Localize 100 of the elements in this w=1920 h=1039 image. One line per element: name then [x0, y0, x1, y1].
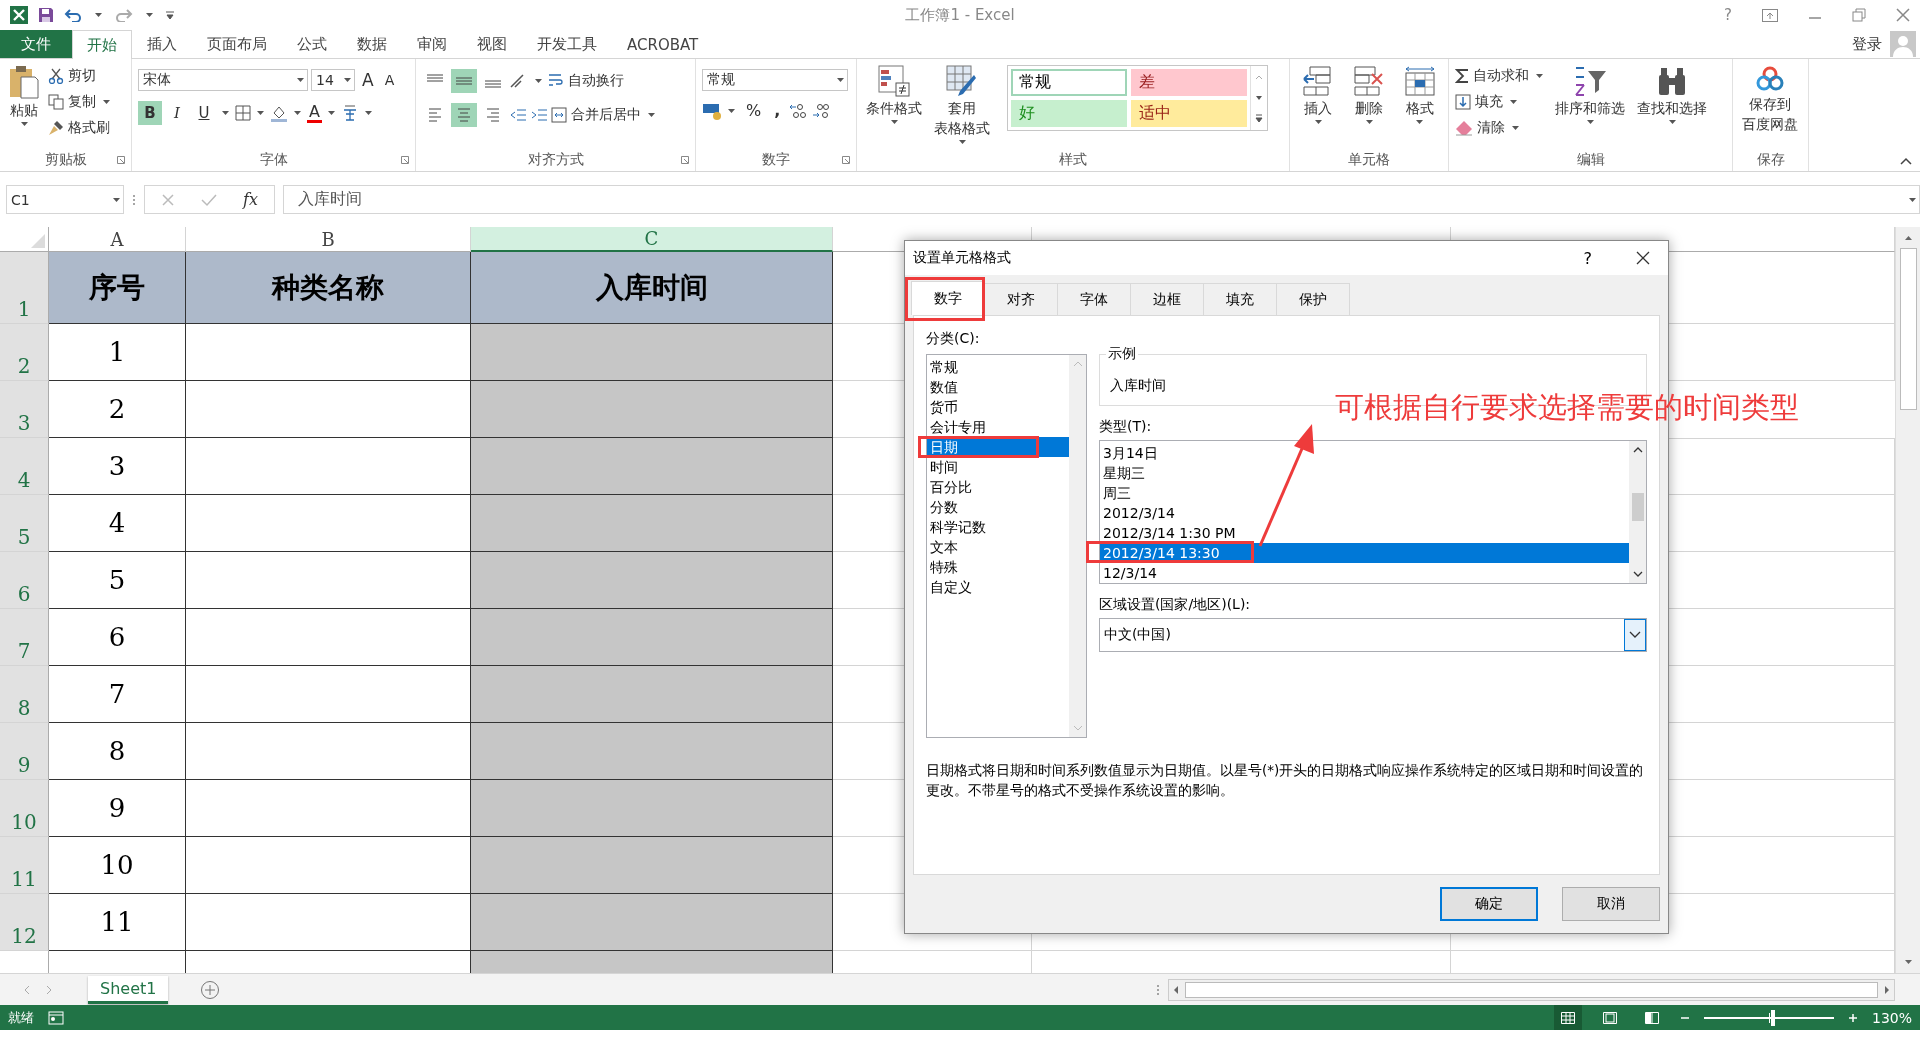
fill-color-icon[interactable]: [270, 104, 288, 122]
cell-style-swatch[interactable]: 差: [1131, 69, 1247, 96]
comma-button[interactable]: ,: [769, 101, 786, 120]
ribbon-tab[interactable]: 插入: [132, 30, 192, 58]
font-color-button[interactable]: A: [307, 103, 322, 123]
close-icon[interactable]: [1636, 251, 1650, 265]
dialog-tab[interactable]: 填充: [1204, 283, 1277, 315]
category-item[interactable]: 货币: [927, 397, 1069, 417]
table-cell[interactable]: 8: [49, 723, 186, 780]
percent-button[interactable]: %: [741, 101, 767, 120]
insert-cells-button[interactable]: 插入: [1296, 63, 1341, 126]
category-item[interactable]: 常规: [927, 357, 1069, 377]
ribbon-tab[interactable]: 开发工具: [522, 30, 612, 58]
fill-button[interactable]: 填充: [1455, 91, 1546, 113]
wrap-text-button[interactable]: 自动换行: [548, 70, 624, 92]
category-item[interactable]: 特殊: [927, 557, 1069, 577]
zoom-in-icon[interactable]: [1847, 1012, 1858, 1023]
format-as-table-button[interactable]: 套用 表格格式: [931, 63, 993, 146]
copy-button[interactable]: 复制: [48, 91, 113, 113]
ribbon-tab[interactable]: 数据: [342, 30, 402, 58]
sign-in-link[interactable]: 登录: [1852, 30, 1882, 58]
dialog-launcher-icon[interactable]: [401, 156, 409, 164]
row-header[interactable]: 4: [0, 438, 49, 495]
font-size-select[interactable]: 14: [311, 69, 355, 91]
dialog-tab[interactable]: 保护: [1277, 283, 1350, 315]
row-header[interactable]: 2: [0, 324, 49, 381]
column-header[interactable]: C: [471, 227, 833, 252]
normal-view-button[interactable]: [1553, 1005, 1582, 1030]
cancel-button[interactable]: 取消: [1562, 887, 1660, 921]
category-item[interactable]: 会计专用: [927, 417, 1069, 437]
collapse-ribbon-icon[interactable]: [1900, 157, 1912, 165]
cut-button[interactable]: 剪切: [48, 65, 113, 87]
table-cell[interactable]: [471, 780, 833, 837]
help-button[interactable]: ?: [1724, 6, 1732, 24]
delete-cells-button[interactable]: 删除: [1346, 63, 1392, 126]
table-cell[interactable]: 5: [49, 552, 186, 609]
zoom-thumb[interactable]: [1770, 1009, 1775, 1026]
table-cell[interactable]: [471, 324, 833, 381]
ribbon-tab[interactable]: 开始: [72, 30, 132, 59]
scroll-up-icon[interactable]: [1631, 445, 1644, 455]
dialog-launcher-icon[interactable]: [117, 156, 125, 164]
header-cell[interactable]: 种类名称: [186, 252, 471, 324]
table-cell[interactable]: 11: [49, 894, 186, 951]
dialog-tab[interactable]: 字体: [1058, 283, 1131, 315]
table-cell[interactable]: 4: [49, 495, 186, 552]
row-header[interactable]: 7: [0, 609, 49, 666]
zoom-level[interactable]: 130%: [1871, 1009, 1912, 1026]
save-to-cloud-button[interactable]: 保存到 百度网盘: [1739, 63, 1801, 135]
table-cell[interactable]: 7: [49, 666, 186, 723]
table-cell[interactable]: 3: [49, 438, 186, 495]
ribbon-tab[interactable]: ACROBAT: [612, 30, 714, 58]
type-item[interactable]: 12/3/14: [1100, 563, 1629, 583]
row-header[interactable]: 6: [0, 552, 49, 609]
dialog-tab[interactable]: 边框: [1131, 283, 1204, 315]
table-cell[interactable]: [471, 609, 833, 666]
currency-icon[interactable]: [702, 101, 722, 120]
row-header[interactable]: 10: [0, 780, 49, 837]
cell-style-swatch[interactable]: 常规: [1011, 69, 1127, 96]
borders-icon[interactable]: [235, 105, 251, 121]
category-item[interactable]: 科学记数: [927, 517, 1069, 537]
ok-button[interactable]: 确定: [1440, 887, 1538, 921]
format-painter-button[interactable]: 格式刷: [48, 117, 113, 139]
ribbon-display-icon[interactable]: [1762, 8, 1778, 22]
dialog-launcher-icon[interactable]: [681, 156, 689, 164]
underline-button[interactable]: U: [192, 101, 216, 125]
paste-button[interactable]: 粘贴: [6, 63, 42, 128]
zoom-slider[interactable]: [1703, 1009, 1834, 1026]
decrease-indent-icon[interactable]: [509, 107, 527, 123]
font-name-select[interactable]: 宋体: [138, 69, 308, 91]
type-item[interactable]: 周三: [1100, 483, 1629, 503]
category-item[interactable]: 自定义: [927, 577, 1069, 597]
ribbon-tab[interactable]: 视图: [462, 30, 522, 58]
row-header[interactable]: 5: [0, 495, 49, 552]
type-item[interactable]: 2012/3/14 1:30 PM: [1100, 523, 1629, 543]
bold-button[interactable]: B: [138, 101, 162, 125]
formula-input[interactable]: 入库时间: [282, 185, 1920, 214]
add-sheet-icon[interactable]: [200, 979, 221, 1000]
macro-record-icon[interactable]: [48, 1010, 64, 1025]
scrollbar-thumb[interactable]: [1185, 981, 1878, 998]
row-header[interactable]: 1: [0, 252, 49, 324]
locale-select[interactable]: 中文(中国): [1099, 618, 1647, 652]
header-cell[interactable]: 入库时间: [471, 252, 833, 324]
ribbon-tab[interactable]: 审阅: [402, 30, 462, 58]
table-cell[interactable]: 1: [49, 324, 186, 381]
scroll-down-icon[interactable]: [1631, 569, 1644, 579]
category-item[interactable]: 分数: [927, 497, 1069, 517]
row-header[interactable]: 11: [0, 837, 49, 894]
type-item[interactable]: 2012/3/14: [1100, 503, 1629, 523]
dialog-launcher-icon[interactable]: [842, 156, 850, 164]
sheet-tab[interactable]: Sheet1: [88, 975, 169, 1004]
autosum-button[interactable]: 自动求和: [1455, 65, 1546, 87]
decrease-decimal-icon[interactable]: [811, 101, 832, 120]
table-cell[interactable]: 9: [49, 780, 186, 837]
spreadsheet-app-icon[interactable]: [10, 6, 28, 24]
name-box[interactable]: C1: [6, 185, 124, 214]
sort-filter-button[interactable]: 排序和筛选: [1552, 63, 1628, 126]
cell-style-swatch[interactable]: 适中: [1131, 100, 1247, 127]
find-select-button[interactable]: 查找和选择: [1634, 63, 1710, 126]
category-item[interactable]: 时间: [927, 457, 1069, 477]
clear-button[interactable]: 清除: [1455, 117, 1546, 139]
